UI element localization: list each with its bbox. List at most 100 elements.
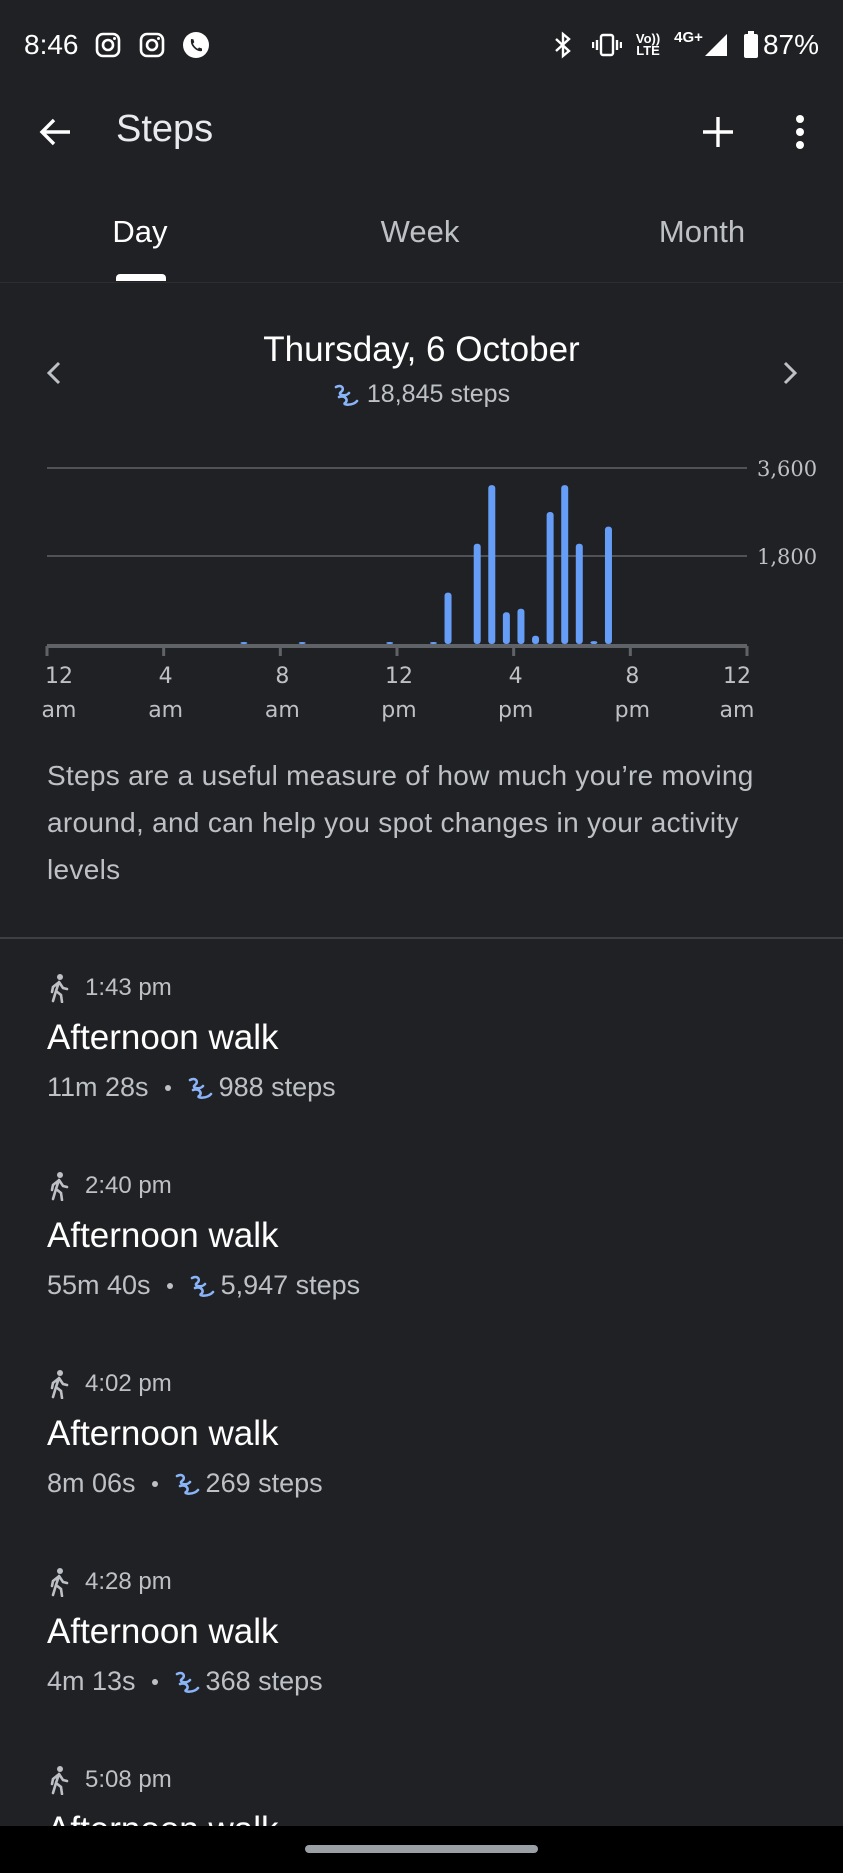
session-meta: 11m 28s 988 steps xyxy=(47,1072,807,1103)
chart-bar[interactable] xyxy=(575,543,583,644)
session-steps: 368 steps xyxy=(174,1666,323,1697)
session-meta: 4m 13s 368 steps xyxy=(47,1666,807,1697)
network-type: 4G+ xyxy=(674,29,703,46)
walking-icon xyxy=(50,1568,69,1597)
session-duration: 11m 28s xyxy=(47,1072,149,1102)
walking-icon xyxy=(50,1370,69,1399)
x-tick-label: 12 xyxy=(723,664,751,689)
steps-icon xyxy=(175,1473,199,1495)
chart-bar[interactable] xyxy=(473,543,481,644)
x-tick-label: 4 xyxy=(159,664,173,689)
instagram-icon xyxy=(137,30,167,60)
chart-bar[interactable] xyxy=(517,608,525,644)
divider xyxy=(0,937,843,939)
x-tick-period: am xyxy=(148,698,183,723)
x-tick-period: pm xyxy=(615,698,650,723)
walking-icon xyxy=(50,1172,69,1201)
tab-indicator xyxy=(116,274,166,281)
chart-bar[interactable] xyxy=(532,635,540,644)
x-tick-period: pm xyxy=(498,698,533,723)
steps-icon xyxy=(188,1077,212,1099)
add-button[interactable] xyxy=(696,110,740,154)
home-gesture-handle[interactable] xyxy=(305,1845,538,1853)
chart-bar[interactable] xyxy=(386,642,394,644)
session-item[interactable]: 4:28 pm Afternoon walk 4m 13s 368 steps xyxy=(47,1566,807,1697)
session-item[interactable]: 1:43 pm Afternoon walk 11m 28s 988 steps xyxy=(47,972,807,1103)
app-bar: Steps xyxy=(0,90,843,176)
chart-bars xyxy=(240,485,612,644)
chart-bar[interactable] xyxy=(240,642,248,644)
x-tick-period: pm xyxy=(381,698,416,723)
x-tick-label: 12 xyxy=(45,664,73,689)
session-name: Afternoon walk xyxy=(47,1612,279,1651)
walking-icon xyxy=(50,974,69,1003)
session-time: 2:40 pm xyxy=(85,1172,172,1199)
status-bar: 8:46 Vo)) LTE 4G+ 87% xyxy=(0,0,843,90)
chart-bar[interactable] xyxy=(444,592,452,644)
chart-bar[interactable] xyxy=(546,512,554,644)
network-signal: 4G+ xyxy=(674,29,729,58)
session-steps-label: 5,947 steps xyxy=(220,1270,361,1300)
steps-icon xyxy=(334,384,359,406)
session-name: Afternoon walk xyxy=(47,1216,279,1255)
more-options-button[interactable] xyxy=(778,110,822,154)
session-time-row: 5:08 pm xyxy=(47,1764,807,1796)
session-steps: 5,947 steps xyxy=(189,1270,361,1301)
battery: 87% xyxy=(743,29,819,61)
lte-label: LTE xyxy=(636,43,660,58)
total-steps: 18,845 steps xyxy=(0,380,843,409)
separator-dot xyxy=(151,1480,158,1487)
chart-bar[interactable] xyxy=(561,485,569,644)
session-item[interactable]: 2:40 pm Afternoon walk 55m 40s 5,947 ste… xyxy=(47,1170,807,1301)
volte-indicator: Vo)) LTE xyxy=(636,32,660,58)
chart-bar[interactable] xyxy=(429,642,437,644)
clock: 8:46 xyxy=(24,29,79,60)
x-tick-label: 4 xyxy=(509,664,523,689)
battery-icon xyxy=(743,31,758,58)
session-steps-label: 269 steps xyxy=(205,1468,323,1498)
x-tick-period: am xyxy=(720,698,755,723)
add-icon xyxy=(703,117,733,147)
steps-description: Steps are a useful measure of how much y… xyxy=(47,760,754,885)
x-tick-label: 8 xyxy=(275,664,289,689)
session-time-row: 4:28 pm xyxy=(47,1566,807,1598)
chart-bar[interactable] xyxy=(298,642,306,644)
vibrate-icon xyxy=(591,30,622,60)
session-item[interactable]: 4:02 pm Afternoon walk 8m 06s 269 steps xyxy=(47,1368,807,1499)
tab-month[interactable]: Month xyxy=(642,214,762,250)
tab-day[interactable]: Day xyxy=(80,214,200,250)
session-name: Afternoon walk xyxy=(47,1414,279,1453)
session-steps-label: 988 steps xyxy=(218,1072,336,1102)
chart-bar[interactable] xyxy=(502,612,510,644)
period-tabs: Day Week Month xyxy=(0,176,843,283)
session-meta: 55m 40s 5,947 steps xyxy=(47,1270,807,1301)
more-vert-icon xyxy=(796,115,804,149)
page-title: Steps xyxy=(116,108,214,150)
session-time-row: 4:02 pm xyxy=(47,1368,807,1400)
back-button[interactable] xyxy=(34,110,78,154)
session-time: 1:43 pm xyxy=(85,974,172,1001)
signal-icon xyxy=(704,34,727,56)
session-time-row: 2:40 pm xyxy=(47,1170,807,1202)
y-tick-3600: 3,600 xyxy=(757,457,817,481)
separator-dot xyxy=(164,1084,171,1091)
separator-dot xyxy=(166,1282,173,1289)
x-tick-period: am xyxy=(42,698,77,723)
steps-icon xyxy=(175,1671,199,1693)
walking-icon xyxy=(50,1766,69,1795)
separator-dot xyxy=(151,1678,158,1685)
session-steps: 269 steps xyxy=(174,1468,323,1499)
chart-bar[interactable] xyxy=(590,641,598,644)
bluetooth-icon xyxy=(548,30,578,60)
tab-week[interactable]: Week xyxy=(360,214,480,250)
system-navigation-bar xyxy=(0,1826,843,1873)
y-tick-1800: 1,800 xyxy=(757,545,817,569)
whatsapp-icon xyxy=(181,30,211,60)
back-arrow-icon xyxy=(39,118,70,146)
steps-icon xyxy=(190,1275,214,1297)
x-tick-label: 12 xyxy=(385,664,413,689)
chart-bar[interactable] xyxy=(604,526,612,644)
session-steps-label: 368 steps xyxy=(205,1666,323,1696)
session-steps: 988 steps xyxy=(187,1072,336,1103)
chart-bar[interactable] xyxy=(488,485,496,644)
